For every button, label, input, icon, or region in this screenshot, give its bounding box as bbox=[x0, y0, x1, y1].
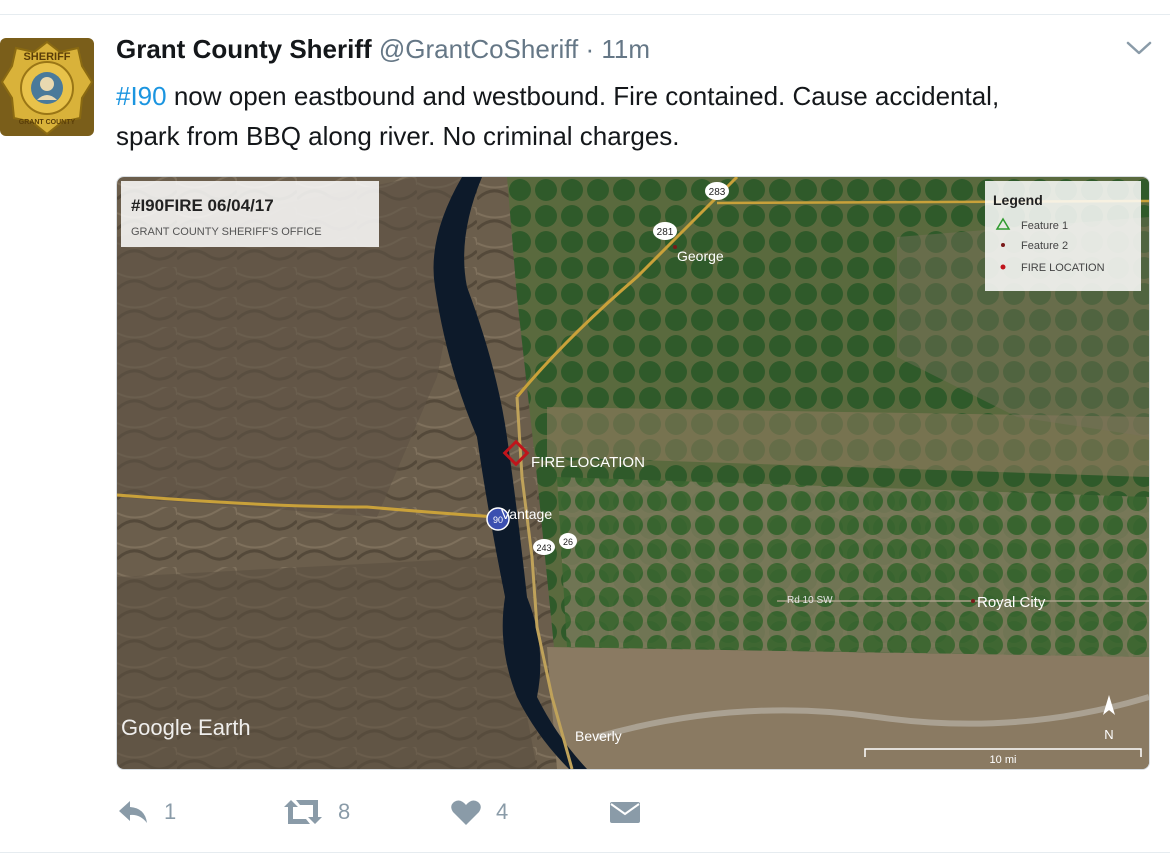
label-vantage: Vantage bbox=[501, 506, 552, 522]
chevron-down-icon[interactable] bbox=[1124, 36, 1154, 60]
top-divider bbox=[0, 14, 1170, 15]
tweet-text-line-2: spark from BBQ along river. No criminal … bbox=[116, 121, 680, 151]
royal-city-marker bbox=[971, 599, 975, 603]
badge-top-text: SHERIFF bbox=[23, 51, 70, 63]
author-name[interactable]: Grant County Sheriff bbox=[116, 34, 372, 64]
legend-fire-icon bbox=[1000, 264, 1006, 270]
tweet-text-line-1-rest: now open eastbound and westbound. Fire c… bbox=[166, 81, 1000, 111]
label-road: Rd 10 SW bbox=[787, 595, 833, 606]
shield-283-label: 283 bbox=[709, 187, 726, 198]
direct-message-button[interactable] bbox=[608, 790, 642, 834]
retweet-count: 8 bbox=[338, 799, 351, 824]
shield-281-label: 281 bbox=[657, 227, 674, 238]
tweet-text: #I90 now open eastbound and westbound. F… bbox=[116, 76, 1156, 156]
label-beverly: Beverly bbox=[575, 728, 622, 744]
tweet-text-line-1: #I90 now open eastbound and westbound. F… bbox=[116, 76, 1156, 116]
reply-button[interactable]: 1 bbox=[116, 790, 176, 834]
map-subtitle: GRANT COUNTY SHERIFF'S OFFICE bbox=[131, 226, 322, 238]
google-earth-watermark: Google Earth bbox=[121, 715, 251, 740]
map-title: #I90FIRE 06/04/17 bbox=[131, 196, 274, 215]
label-royal-city: Royal City bbox=[977, 594, 1046, 611]
separator-dot: · bbox=[585, 34, 595, 64]
map-image[interactable]: #I90FIRE 06/04/17 GRANT COUNTY SHERIFF'S… bbox=[116, 176, 1150, 770]
retweet-button[interactable]: 8 bbox=[282, 790, 350, 834]
author-handle[interactable]: @GrantCoSheriff bbox=[379, 34, 578, 64]
legend-item-feature-2: Feature 2 bbox=[1021, 240, 1068, 252]
sheriff-badge-icon: SHERIFF GRANT COUNTY bbox=[0, 38, 94, 136]
heart-icon bbox=[451, 800, 481, 825]
north-label: N bbox=[1104, 727, 1113, 742]
legend-dot-icon bbox=[1001, 243, 1005, 247]
retweet-icon bbox=[284, 800, 322, 824]
legend-item-fire: FIRE LOCATION bbox=[1021, 262, 1105, 274]
label-fire-location: FIRE LOCATION bbox=[531, 454, 645, 471]
tweet-header: Grant County Sheriff @GrantCoSheriff · 1… bbox=[116, 34, 650, 65]
like-button[interactable]: 4 bbox=[450, 790, 508, 834]
avatar[interactable]: SHERIFF GRANT COUNTY bbox=[0, 38, 94, 136]
like-count: 4 bbox=[496, 799, 509, 824]
legend-item-feature-1: Feature 1 bbox=[1021, 220, 1068, 232]
bottom-divider bbox=[0, 852, 1170, 853]
reply-icon bbox=[119, 801, 147, 823]
badge-bottom-text: GRANT COUNTY bbox=[19, 119, 76, 126]
shield-26-label: 26 bbox=[563, 537, 573, 547]
shield-243-label: 243 bbox=[536, 543, 551, 553]
hashtag-link[interactable]: #I90 bbox=[116, 81, 167, 111]
tweet-timestamp[interactable]: 11m bbox=[601, 34, 650, 64]
envelope-icon bbox=[610, 802, 640, 823]
legend-title: Legend bbox=[993, 192, 1043, 208]
scale-label: 10 mi bbox=[990, 754, 1017, 766]
reply-count: 1 bbox=[164, 799, 177, 824]
label-george: George bbox=[677, 248, 724, 264]
